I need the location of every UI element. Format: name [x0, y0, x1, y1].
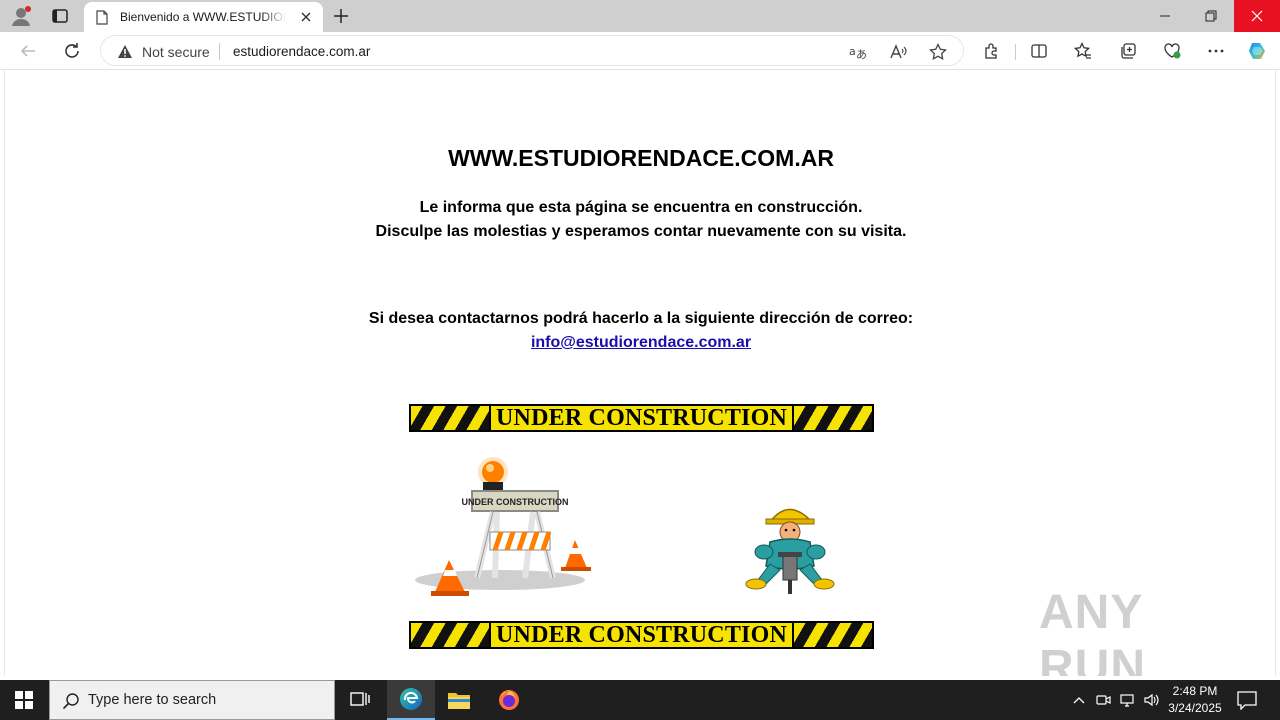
- tab-close-icon[interactable]: [299, 10, 313, 24]
- warning-triangle-icon[interactable]: [117, 44, 133, 59]
- collections-icon[interactable]: [1117, 40, 1139, 62]
- notification-center-icon[interactable]: [1236, 690, 1258, 711]
- taskbar-file-explorer[interactable]: [435, 680, 483, 720]
- page-favicon-icon: [96, 10, 108, 25]
- svg-text:あ: あ: [856, 48, 867, 60]
- banner-label: UNDER CONSTRUCTION: [491, 405, 792, 431]
- page-viewport: WWW.ESTUDIORENDACE.COM.AR Le informa que…: [4, 70, 1276, 676]
- tray-overflow-chevron-icon[interactable]: [1070, 691, 1088, 709]
- tab-bar: Bienvenido a WWW.ESTUDIORENDACE.COM.AR: [0, 0, 1280, 32]
- hazard-stripes: [794, 406, 872, 430]
- under-construction-banner-bottom: UNDER CONSTRUCTION: [409, 621, 874, 649]
- restore-button[interactable]: [1188, 0, 1234, 32]
- watermark-text: ANY RUN: [1039, 586, 1146, 676]
- close-window-button[interactable]: [1234, 0, 1280, 32]
- meet-now-icon[interactable]: [1094, 691, 1112, 709]
- folder-icon: [448, 693, 470, 709]
- address-toolbar: Not secure estudiorendace.com.ar aあ: [0, 32, 1280, 70]
- toolbar-separator: [1015, 44, 1016, 60]
- hazard-stripes: [411, 406, 489, 430]
- volume-icon[interactable]: [1142, 691, 1160, 709]
- search-placeholder: Type here to search: [88, 692, 217, 708]
- tab-actions-icon[interactable]: [50, 6, 70, 26]
- barricade-sign-text: UNDER CONSTRUCTION: [462, 497, 569, 507]
- start-button[interactable]: [0, 680, 48, 720]
- svg-text:a: a: [849, 45, 856, 58]
- translate-icon[interactable]: aあ: [849, 43, 867, 61]
- back-arrow-icon[interactable]: [17, 40, 39, 62]
- clock-date: 3/24/2025: [1168, 701, 1222, 715]
- security-status-label[interactable]: Not secure: [142, 44, 210, 60]
- edge-icon: [400, 688, 422, 710]
- new-tab-icon[interactable]: [331, 6, 351, 26]
- firefox-icon: [499, 690, 519, 710]
- url-text[interactable]: estudiorendace.com.ar: [233, 44, 370, 59]
- under-construction-banner-top: UNDER CONSTRUCTION: [409, 404, 874, 432]
- anyrun-watermark: ANY RUN: [1039, 586, 1239, 676]
- apology-text: Disculpe las molestias y esperamos conta…: [375, 223, 907, 240]
- minimize-button[interactable]: [1142, 0, 1188, 32]
- split-screen-icon[interactable]: [1028, 40, 1050, 62]
- windows-logo-icon: [15, 691, 33, 709]
- tab-title: Bienvenido a WWW.ESTUDIORENDACE.COM.AR: [120, 10, 286, 24]
- barricade-illustration: UNDER CONSTRUCTION: [415, 457, 591, 596]
- hazard-stripes: [411, 623, 489, 647]
- more-options-icon[interactable]: [1205, 40, 1227, 62]
- taskbar-clock[interactable]: 2:48 PM 3/24/2025: [1160, 683, 1230, 717]
- network-icon[interactable]: [1118, 691, 1136, 709]
- taskbar-edge[interactable]: [387, 680, 435, 720]
- refresh-icon[interactable]: [61, 40, 83, 62]
- construction-notice: Le informa que esta página se encuentra …: [419, 199, 863, 216]
- url-separator: [219, 43, 220, 60]
- profile-avatar-icon[interactable]: [10, 5, 32, 27]
- extensions-icon[interactable]: [980, 40, 1002, 62]
- browser-essentials-icon[interactable]: [1161, 40, 1183, 62]
- address-field[interactable]: Not secure estudiorendace.com.ar aあ: [100, 35, 964, 66]
- hazard-stripes: [794, 623, 872, 647]
- banner-label: UNDER CONSTRUCTION: [491, 622, 792, 648]
- taskbar: Type here to search 2:48 PM 3/24/2025: [0, 680, 1280, 720]
- contact-text: Si desea contactarnos podrá hacerlo a la…: [368, 310, 914, 327]
- clock-time: 2:48 PM: [1172, 684, 1218, 698]
- read-aloud-icon[interactable]: [889, 43, 907, 61]
- contact-email: info@estudiorendace.com.ar: [5, 334, 1275, 352]
- favorite-star-icon[interactable]: [929, 43, 947, 61]
- favorites-icon[interactable]: [1072, 40, 1094, 62]
- active-tab[interactable]: Bienvenido a WWW.ESTUDIORENDACE.COM.AR: [84, 2, 323, 32]
- worker-jackhammer-illustration: [745, 508, 835, 594]
- page-title: WWW.ESTUDIORENDACE.COM.AR: [448, 145, 834, 171]
- task-view-button[interactable]: [336, 680, 384, 720]
- search-icon: [62, 692, 80, 710]
- taskbar-search-box[interactable]: Type here to search: [49, 680, 335, 720]
- copilot-icon[interactable]: [1246, 40, 1268, 62]
- taskbar-firefox[interactable]: [485, 680, 533, 720]
- email-link[interactable]: info@estudiorendace.com.ar: [531, 334, 751, 351]
- task-view-icon: [350, 692, 370, 706]
